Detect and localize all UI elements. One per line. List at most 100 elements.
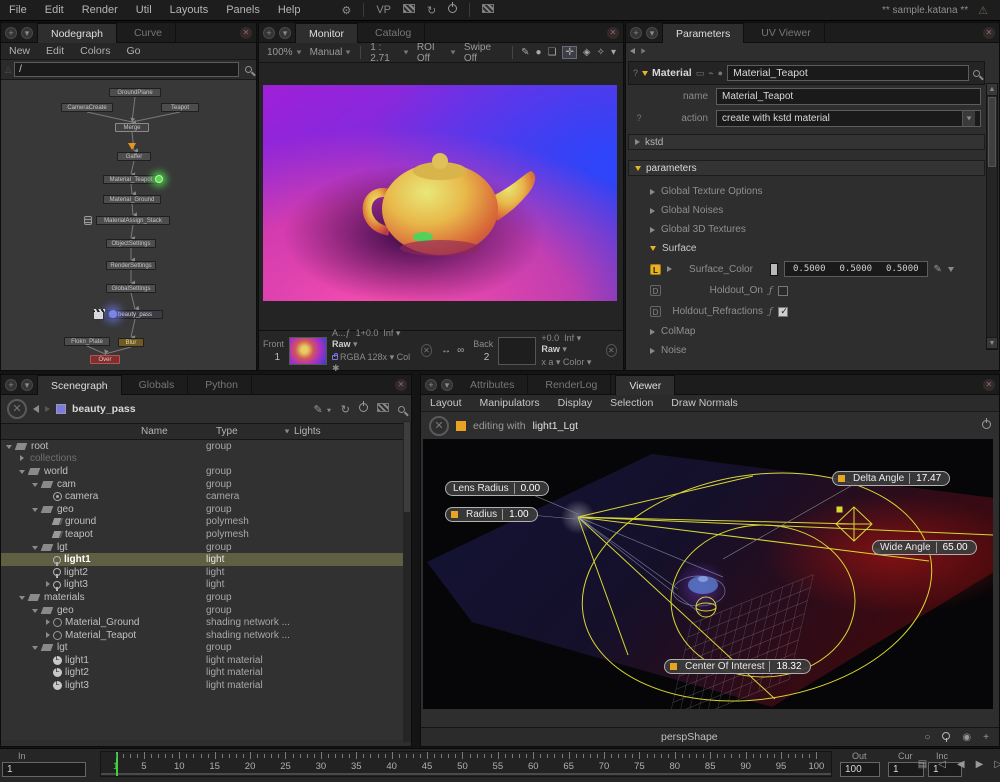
holdout-refractions-checkbox[interactable] xyxy=(778,307,788,317)
menu-edit[interactable]: Edit xyxy=(36,4,73,16)
close-icon[interactable]: ✕ xyxy=(983,379,995,391)
node-Over[interactable]: Over xyxy=(90,355,120,364)
global-3d-textures-group[interactable]: Global 3D Textures xyxy=(650,220,985,239)
node-Flokn_Plate[interactable]: Flokn_Plate xyxy=(64,337,110,346)
tree-row-world[interactable]: worldgroup xyxy=(1,465,411,478)
expand-icon[interactable] xyxy=(667,266,672,272)
help-icon[interactable]: ? xyxy=(632,113,646,123)
menu-panels[interactable]: Panels xyxy=(217,4,269,16)
colmap-group[interactable]: ColMap xyxy=(650,322,985,341)
expander-icon[interactable] xyxy=(30,642,40,653)
viewer-viewport[interactable]: Lens Radius0.00Radius1.00Delta Angle17.4… xyxy=(423,439,993,709)
tree-row-ground[interactable]: groundpolymesh xyxy=(1,516,411,529)
close-icon[interactable]: ✕ xyxy=(395,379,407,391)
tab-renderlog[interactable]: RenderLog xyxy=(532,375,611,395)
search-icon[interactable] xyxy=(398,406,405,413)
expander-icon[interactable] xyxy=(30,605,40,616)
forward-icon[interactable] xyxy=(45,406,50,412)
node-CameraCreate[interactable]: CameraCreate xyxy=(61,103,113,112)
power-icon[interactable] xyxy=(359,403,368,415)
manipulator-label-center-of-interest[interactable]: Center Of Interest18.32 xyxy=(664,659,811,674)
search-icon[interactable] xyxy=(245,66,252,73)
chevron-down-icon[interactable] xyxy=(948,267,954,272)
power-icon[interactable] xyxy=(982,420,991,432)
color-swatch[interactable] xyxy=(770,263,778,276)
back-icon[interactable] xyxy=(33,405,39,413)
clear-front-icon[interactable]: ✕ xyxy=(421,344,432,357)
step-back-icon[interactable]: ◀ xyxy=(957,759,965,770)
visibility-icon[interactable]: ○ xyxy=(924,732,930,743)
expander-icon[interactable] xyxy=(4,441,14,452)
node-Blur[interactable]: Blur xyxy=(118,338,144,347)
menu-edit[interactable]: Edit xyxy=(38,45,72,57)
tree-row-camera[interactable]: cameracamera xyxy=(1,490,411,503)
eyedropper-icon[interactable]: ✎ xyxy=(934,264,942,275)
refresh-icon[interactable]: ↻ xyxy=(421,4,442,17)
update-mode-select[interactable]: Manual xyxy=(310,47,352,58)
tree-row-Material_Ground[interactable]: Material_Groundshading network ... xyxy=(1,616,411,629)
swap-buffers-icon[interactable]: ↔ xyxy=(441,345,451,356)
scenegraph-scrollbar[interactable] xyxy=(403,421,411,742)
comment-icon[interactable]: ● xyxy=(718,68,723,78)
manipulator-label-wide-angle[interactable]: Wide Angle65.00 xyxy=(872,540,977,555)
back-icon[interactable] xyxy=(630,48,635,54)
chevron-down-icon[interactable]: ▾ xyxy=(611,47,616,58)
pane-menu-icon[interactable]: ▾ xyxy=(279,27,291,39)
parameters-scrollbar[interactable]: ▲ ▼ xyxy=(986,83,998,350)
tree-row-teapot[interactable]: teapotpolymesh xyxy=(1,528,411,541)
menu-util[interactable]: Util xyxy=(127,4,161,16)
timeline-ruler[interactable]: 1 51015202530354045505560657075808590951… xyxy=(100,751,832,777)
annotation-icon[interactable]: ● xyxy=(535,47,541,58)
node-GlobalSettings[interactable]: GlobalSettings xyxy=(106,284,156,293)
column-lights[interactable]: Lights xyxy=(284,426,321,437)
menu-render[interactable]: Render xyxy=(73,4,127,16)
add-icon[interactable]: + xyxy=(983,732,989,743)
pane-split-icon[interactable]: + xyxy=(5,27,17,39)
close-icon[interactable]: ✕ xyxy=(607,27,619,39)
front-thumbnail[interactable] xyxy=(289,337,327,365)
pane-split-icon[interactable]: + xyxy=(425,379,437,391)
close-icon[interactable]: ✕ xyxy=(983,27,995,39)
rendered-teapot-image[interactable] xyxy=(263,85,617,301)
holdout-on-checkbox[interactable] xyxy=(778,286,788,296)
menu-go[interactable]: Go xyxy=(118,45,148,57)
nodegraph-canvas[interactable]: GroundPlaneCameraCreateTeapotMergeGaffer… xyxy=(1,80,256,370)
clear-context-icon[interactable]: ✕ xyxy=(7,399,27,419)
expander-icon[interactable] xyxy=(17,466,27,477)
menu-display[interactable]: Display xyxy=(549,397,601,409)
tab-python[interactable]: Python xyxy=(192,375,252,395)
column-name[interactable]: Name xyxy=(141,426,168,437)
node-MaterialAssign_Stack[interactable]: MaterialAssign_Stack xyxy=(96,216,170,225)
clapper-icon[interactable] xyxy=(476,4,500,16)
tree-row-Material_Teapot[interactable]: Material_Teapotshading network ... xyxy=(1,629,411,642)
blue-view-flag-icon[interactable] xyxy=(109,310,117,318)
tab-nodegraph[interactable]: Nodegraph xyxy=(37,23,117,43)
vp-toggle[interactable]: VP xyxy=(370,4,397,16)
prev-keyframe-icon[interactable]: ◁ xyxy=(938,759,946,770)
refresh-icon[interactable]: ↻ xyxy=(341,403,350,416)
pane-menu-icon[interactable]: ▾ xyxy=(441,379,453,391)
pane-split-icon[interactable]: + xyxy=(630,27,642,39)
light-icon[interactable] xyxy=(942,732,950,743)
tree-row-lgt[interactable]: lgtgroup xyxy=(1,642,411,655)
tree-row-light1[interactable]: light1light material xyxy=(1,654,411,667)
node-search-input[interactable] xyxy=(14,62,239,77)
pane-split-icon[interactable]: + xyxy=(263,27,275,39)
search-icon[interactable] xyxy=(973,70,980,77)
node-Merge[interactable]: Merge xyxy=(115,123,149,132)
clear-back-icon[interactable]: ✕ xyxy=(606,344,617,357)
global-texture-options-group[interactable]: Global Texture Options xyxy=(650,182,985,201)
tab-uv-viewer[interactable]: UV Viewer xyxy=(748,23,824,43)
out-frame-field[interactable]: 100 xyxy=(840,762,880,777)
green-view-flag-icon[interactable] xyxy=(155,175,163,183)
menu-new[interactable]: New xyxy=(1,45,38,57)
context-node-name[interactable]: beauty_pass xyxy=(72,403,136,415)
color-values-field[interactable]: 0.5000 0.5000 0.5000 xyxy=(784,261,928,277)
menu-layouts[interactable]: Layouts xyxy=(161,4,218,16)
expander-icon[interactable] xyxy=(43,617,53,628)
scroll-up-icon[interactable]: ▲ xyxy=(987,84,997,96)
pane-menu-icon[interactable]: ▾ xyxy=(21,379,33,391)
tab-attributes[interactable]: Attributes xyxy=(457,375,528,395)
tab-parameters[interactable]: Parameters xyxy=(662,23,744,43)
node-Material_Ground[interactable]: Material_Ground xyxy=(103,195,161,204)
